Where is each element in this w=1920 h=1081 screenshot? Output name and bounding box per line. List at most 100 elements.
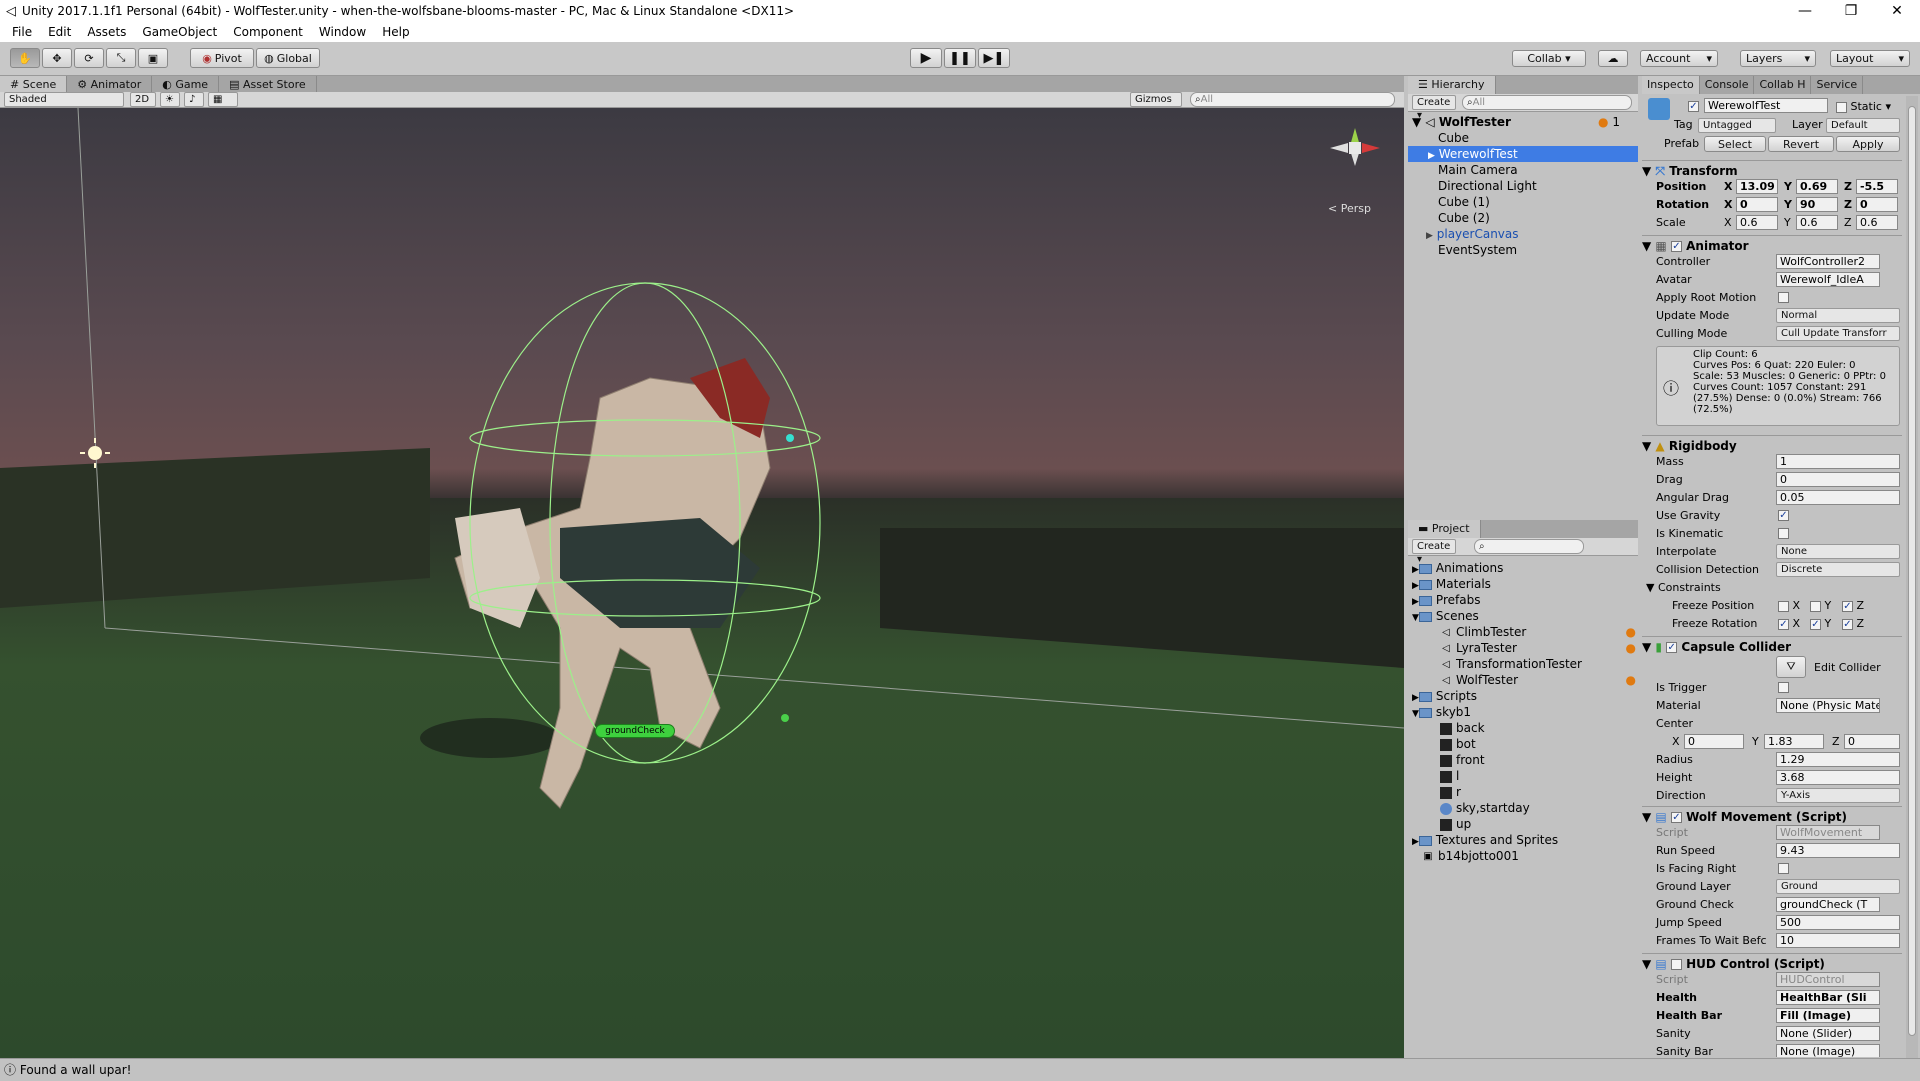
controller-field[interactable]: WolfController2 <box>1776 254 1880 269</box>
project-texture-file[interactable]: l <box>1440 768 1459 784</box>
scale-y-field[interactable]: 0.6 <box>1796 215 1838 230</box>
project-scene-file[interactable]: ◁ WolfTester ● <box>1440 672 1636 688</box>
sanity-field[interactable]: None (Slider) <box>1776 1026 1880 1041</box>
project-scene-file[interactable]: ◁ TransformationTester <box>1440 656 1582 672</box>
projection-label[interactable]: < Persp <box>1328 202 1371 215</box>
direction-dropdown[interactable]: Y-Axis <box>1776 788 1900 803</box>
menu-assets[interactable]: Assets <box>79 25 134 39</box>
mass-field[interactable]: 1 <box>1776 454 1900 469</box>
hierarchy-search-input[interactable]: ⌕All <box>1462 95 1632 110</box>
project-folder[interactable]: ▼ skyb1 <box>1412 704 1471 720</box>
apply-root-motion-checkbox[interactable] <box>1778 292 1789 303</box>
effects-dropdown[interactable]: ▦ <box>208 92 238 107</box>
collision-detection-dropdown[interactable]: Discrete <box>1776 562 1900 577</box>
constraints-row[interactable]: ▼ Constraints <box>1646 579 1900 597</box>
wolf-movement-header[interactable]: ▼ ▤ ✓ Wolf Movement (Script) <box>1642 806 1902 826</box>
hud-enabled-checkbox[interactable] <box>1670 959 1682 970</box>
project-texture-file[interactable]: up <box>1440 816 1471 832</box>
project-texture-file[interactable]: r <box>1440 784 1461 800</box>
close-button[interactable]: ✕ <box>1874 0 1920 22</box>
global-button[interactable]: ◍ Global <box>256 48 320 68</box>
animator-header[interactable]: ▼ ▦ ✓ Animator <box>1642 235 1902 255</box>
center-x-field[interactable]: 0 <box>1684 734 1744 749</box>
project-folder[interactable]: ▶ Animations <box>1412 560 1503 576</box>
position-x-field[interactable]: 13.09 <box>1736 179 1778 194</box>
center-y-field[interactable]: 1.83 <box>1764 734 1824 749</box>
collab-button[interactable]: Collab ▾ <box>1512 50 1586 67</box>
position-z-field[interactable]: -5.5 <box>1856 179 1898 194</box>
project-folder[interactable]: ▶ Materials <box>1412 576 1491 592</box>
hierarchy-item[interactable]: EventSystem <box>1438 242 1517 258</box>
culling-mode-dropdown[interactable]: Cull Update Transforr <box>1776 326 1900 341</box>
avatar-field[interactable]: Werewolf_IdleA <box>1776 272 1880 287</box>
wolf-movement-enabled-checkbox[interactable]: ✓ <box>1670 812 1682 823</box>
freeze-pos-z[interactable]: ✓ Z <box>1842 597 1864 615</box>
inspector-scrollbar[interactable] <box>1906 96 1918 1058</box>
cloud-button[interactable]: ☁ <box>1598 50 1628 67</box>
freeze-rot-z[interactable]: ✓ Z <box>1842 615 1864 633</box>
project-search-input[interactable]: ⌕ <box>1474 539 1584 554</box>
tag-dropdown[interactable]: Untagged <box>1698 118 1776 133</box>
tab-inspector[interactable]: Inspecto <box>1642 76 1700 94</box>
2d-toggle[interactable]: 2D <box>130 92 156 107</box>
edit-collider-button[interactable]: ⛛ <box>1776 656 1806 678</box>
step-button[interactable]: ▶❚ <box>978 48 1010 68</box>
tab-project[interactable]: ▬ Project <box>1408 520 1481 538</box>
ground-check-field[interactable]: groundCheck (T <box>1776 897 1880 912</box>
scene-view[interactable]: groundCheck < Persp <box>0 108 1404 1058</box>
angular-drag-field[interactable]: 0.05 <box>1776 490 1900 505</box>
hierarchy-item[interactable]: Main Camera <box>1438 162 1518 178</box>
hierarchy-item[interactable]: Directional Light <box>1438 178 1537 194</box>
run-speed-field[interactable]: 9.43 <box>1776 843 1900 858</box>
health-field[interactable]: HealthBar (Sli <box>1776 990 1880 1005</box>
hierarchy-item[interactable]: Cube (1) <box>1438 194 1490 210</box>
lighting-toggle[interactable]: ☀ <box>160 92 180 107</box>
center-z-field[interactable]: 0 <box>1844 734 1900 749</box>
menu-gameobject[interactable]: GameObject <box>134 25 225 39</box>
hand-tool-button[interactable]: ✋ <box>10 48 40 68</box>
animator-enabled-checkbox[interactable]: ✓ <box>1670 241 1682 252</box>
pause-button[interactable]: ❚❚ <box>944 48 976 68</box>
project-texture-file[interactable]: back <box>1440 720 1485 736</box>
scale-tool-button[interactable]: ⤡ <box>106 48 136 68</box>
menu-help[interactable]: Help <box>374 25 417 39</box>
maximize-button[interactable]: ❐ <box>1828 0 1874 22</box>
freeze-rot-x[interactable]: ✓ X <box>1778 615 1800 633</box>
freeze-rot-y[interactable]: ✓ Y <box>1810 615 1831 633</box>
shading-mode-dropdown[interactable]: Shaded <box>4 92 124 107</box>
menu-edit[interactable]: Edit <box>40 25 79 39</box>
orientation-gizmo[interactable] <box>1320 118 1390 178</box>
jump-speed-field[interactable]: 500 <box>1776 915 1900 930</box>
freeze-pos-x[interactable]: X <box>1778 597 1800 615</box>
project-scene-file[interactable]: ◁ LyraTester ● <box>1440 640 1636 656</box>
prefab-apply-button[interactable]: Apply <box>1836 136 1900 152</box>
menu-window[interactable]: Window <box>311 25 374 39</box>
pivot-button[interactable]: ◉ Pivot <box>190 48 254 68</box>
tab-collab-history[interactable]: Collab H <box>1754 76 1812 94</box>
tab-services[interactable]: Service <box>1811 76 1864 94</box>
menu-component[interactable]: Component <box>225 25 311 39</box>
menu-file[interactable]: File <box>4 25 40 39</box>
drag-field[interactable]: 0 <box>1776 472 1900 487</box>
scene-root-row[interactable]: ▼ ◁ WolfTester ● 1 <box>1412 114 1634 130</box>
hierarchy-item-prefab[interactable]: ▶ playerCanvas <box>1426 226 1519 242</box>
active-checkbox[interactable]: ✓ <box>1688 101 1699 112</box>
interpolate-dropdown[interactable]: None <box>1776 544 1900 559</box>
status-message[interactable]: Found a wall upar! <box>20 1063 132 1077</box>
audio-toggle[interactable]: ♪ <box>184 92 204 107</box>
tab-hierarchy[interactable]: ☰ Hierarchy <box>1408 76 1496 94</box>
freeze-pos-y[interactable]: Y <box>1810 597 1831 615</box>
hierarchy-item[interactable]: Cube (2) <box>1438 210 1490 226</box>
hud-control-header[interactable]: ▼ ▤ HUD Control (Script) <box>1642 953 1902 973</box>
project-asset[interactable]: ▣ b14bjotto001 <box>1422 848 1519 864</box>
prefab-select-button[interactable]: Select <box>1704 136 1766 152</box>
rotate-tool-button[interactable]: ⟳ <box>74 48 104 68</box>
capsule-enabled-checkbox[interactable]: ✓ <box>1666 642 1678 653</box>
hierarchy-item[interactable]: Cube <box>1438 130 1469 146</box>
project-texture-file[interactable]: bot <box>1440 736 1476 752</box>
project-folder[interactable]: ▼ Scenes <box>1412 608 1479 624</box>
scrollbar-thumb[interactable] <box>1908 106 1916 1036</box>
project-folder[interactable]: ▶ Textures and Sprites <box>1412 832 1558 848</box>
rotation-y-field[interactable]: 90 <box>1796 197 1838 212</box>
layout-dropdown[interactable]: Layout ▾ <box>1830 50 1910 67</box>
